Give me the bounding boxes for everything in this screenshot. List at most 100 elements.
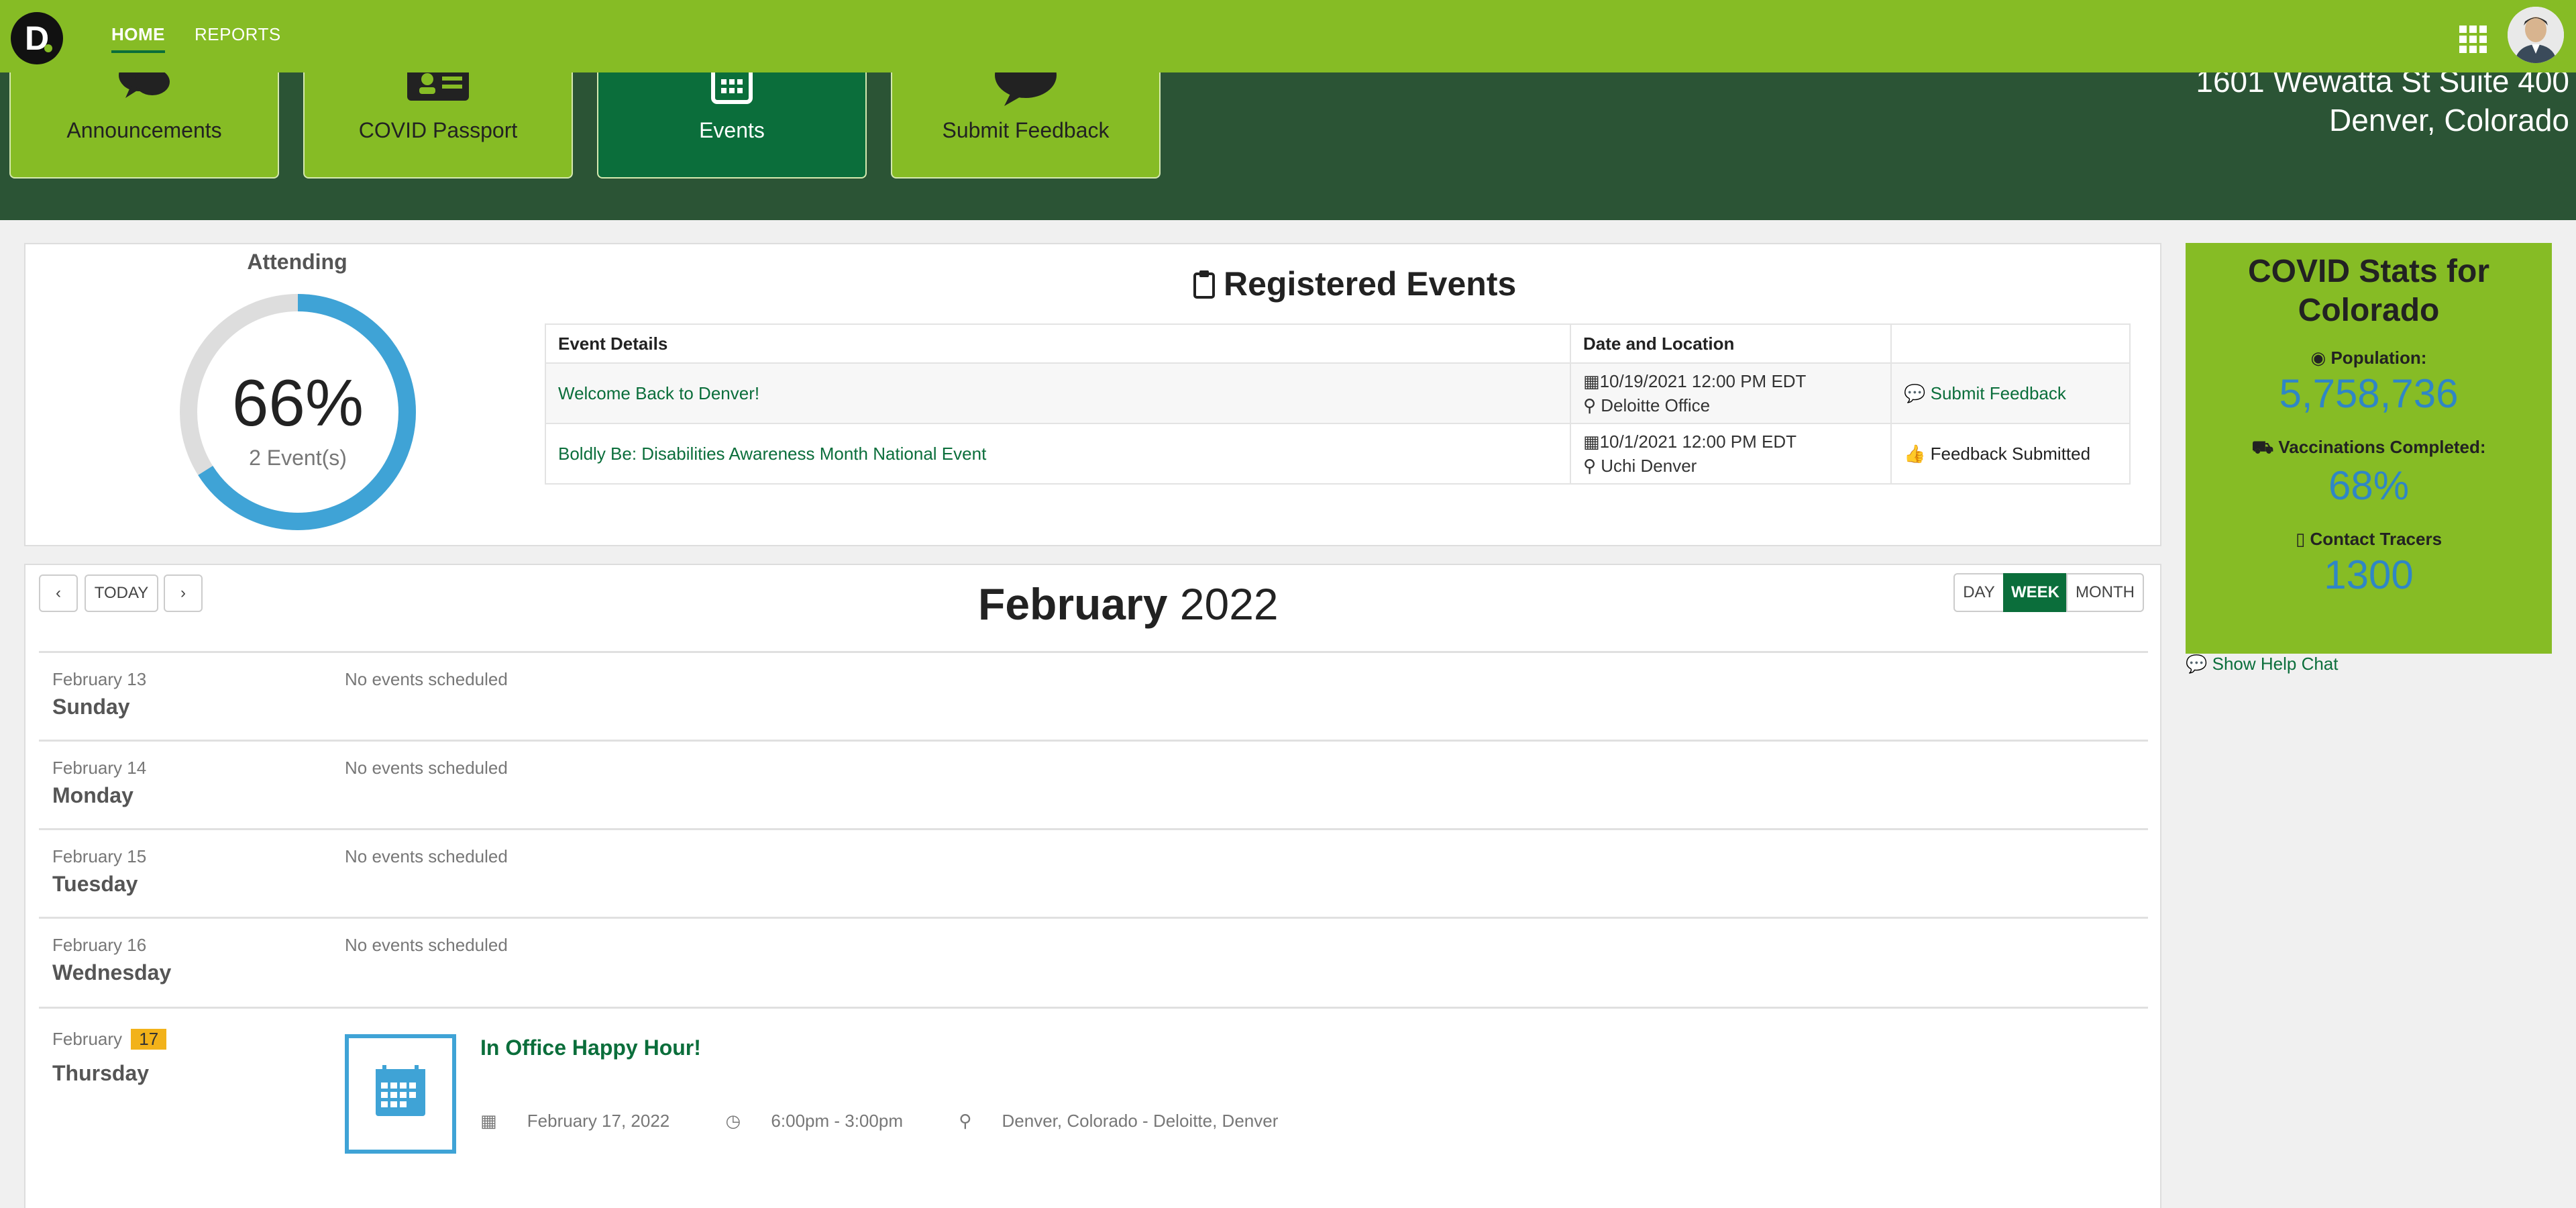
population-value: 5,758,736	[2279, 371, 2459, 416]
event-location: Denver, Colorado - Deloitte, Denver	[1002, 1111, 1279, 1131]
submit-feedback-link[interactable]: 💬 Submit Feedback	[1904, 383, 2066, 403]
tile-covid-passport[interactable]: COVID Passport	[303, 72, 573, 179]
day-date: February 16	[52, 935, 147, 955]
today-badge: 17	[131, 1029, 167, 1050]
attending-count: 2 Event(s)	[249, 446, 347, 470]
nav-reports[interactable]: REPORTS	[195, 24, 281, 50]
next-week-button[interactable]: ›	[164, 574, 203, 612]
event-location: Uchi Denver	[1601, 456, 1697, 476]
globe-icon: ◉	[2310, 348, 2331, 368]
calendar-icon	[698, 72, 765, 112]
event-date: 10/19/2021 12:00 PM EDT	[1599, 371, 1807, 391]
map-pin-icon: ⚲	[959, 1111, 977, 1131]
day-name: Sunday	[52, 695, 130, 719]
phone-icon: ▯	[2295, 529, 2310, 549]
calendar-day-row: February 16 Wednesday No events schedule…	[39, 917, 2148, 1009]
prev-week-button[interactable]: ‹	[39, 574, 78, 612]
event-calendar-icon[interactable]	[345, 1034, 456, 1154]
contact-tracers-label: ▯ Contact Tracers	[2295, 529, 2443, 549]
table-row: Welcome Back to Denver! ▦10/19/2021 12:0…	[545, 362, 2131, 424]
tile-label: Events	[699, 118, 765, 142]
map-pin-icon: ⚲	[1583, 456, 1601, 476]
tile-label: Submit Feedback	[942, 118, 1110, 142]
stats-title: COVID Stats for Colorado	[2247, 254, 2490, 328]
nav-home[interactable]: HOME	[111, 24, 165, 53]
deloitte-logo[interactable]: D	[11, 12, 63, 64]
no-events-text: No events scheduled	[345, 846, 508, 866]
day-date: February 14	[52, 758, 147, 778]
id-card-icon	[405, 72, 472, 112]
chat-bubbles-icon	[111, 72, 178, 112]
day-name: Monday	[52, 783, 133, 807]
tile-label: Announcements	[66, 118, 222, 142]
tile-label: COVID Passport	[358, 118, 518, 142]
tile-submit-feedback[interactable]: Submit Feedback	[891, 72, 1161, 179]
apps-grid-icon[interactable]	[2459, 26, 2487, 54]
event-location: Deloitte Office	[1601, 395, 1711, 415]
thumbs-up-icon: 👍	[1904, 443, 1931, 464]
speech-bubble-icon	[992, 72, 1059, 112]
col-event-details: Event Details	[545, 323, 1571, 364]
today-button[interactable]: TODAY	[85, 574, 158, 612]
clipboard-icon	[1193, 270, 1215, 299]
day-date: February 17	[52, 1029, 167, 1050]
user-avatar[interactable]	[2508, 7, 2564, 63]
table-row: Boldly Be: Disabilities Awareness Month …	[545, 423, 2131, 485]
population-label: ◉ Population:	[2310, 348, 2427, 368]
day-name: Thursday	[52, 1061, 150, 1085]
calendar-month-title: February 2022	[978, 579, 1279, 629]
registered-events-title: Registered Events	[1193, 264, 1516, 303]
top-nav: D HOME REPORTS	[0, 0, 2576, 72]
view-week-button[interactable]: WEEK	[2003, 573, 2068, 612]
address-line2: Denver, Colorado	[2329, 103, 2569, 138]
clock-icon: ◷	[725, 1111, 746, 1131]
calendar-day-row: February 13 Sunday No events scheduled	[39, 651, 2148, 742]
view-day-button[interactable]: DAY	[1953, 573, 2004, 612]
attending-label: Attending	[247, 250, 347, 274]
calendar-small-icon: ▦	[1583, 371, 1600, 391]
event-title[interactable]: In Office Happy Hour!	[480, 1036, 701, 1060]
vaccinations-value: 68%	[2328, 463, 2410, 508]
day-name: Tuesday	[52, 872, 138, 896]
event-link[interactable]: Welcome Back to Denver!	[558, 383, 759, 403]
calendar-day-row: February 15 Tuesday No events scheduled	[39, 828, 2148, 919]
event-link[interactable]: Boldly Be: Disabilities Awareness Month …	[558, 444, 986, 464]
event-date: February 17, 2022	[527, 1111, 670, 1131]
no-events-text: No events scheduled	[345, 935, 508, 955]
tile-events[interactable]: Events	[597, 72, 867, 179]
day-name: Wednesday	[52, 960, 172, 985]
col-date-location: Date and Location	[1570, 323, 1892, 364]
no-events-text: No events scheduled	[345, 758, 508, 778]
contact-tracers-value: 1300	[2324, 552, 2414, 597]
event-date: 10/1/2021 12:00 PM EDT	[1599, 432, 1796, 452]
hero-band: Announcements COVID Passport Events Subm…	[0, 64, 2576, 220]
covid-stats-panel: COVID Stats for Colorado ◉ Population: 5…	[2186, 243, 2552, 654]
registered-events-card: Attending 66% 2 Event(s) Registered Even…	[24, 243, 2161, 546]
view-month-button[interactable]: MONTH	[2066, 573, 2144, 612]
feedback-submitted-status: 👍 Feedback Submitted	[1904, 443, 2091, 464]
attending-percent: 66%	[231, 366, 364, 440]
office-address: 1601 Wewatta St Suite 400 Denver, Colora…	[2196, 62, 2569, 140]
chevron-left-icon: ‹	[56, 584, 61, 602]
calendar-small-icon: ▦	[1583, 432, 1600, 452]
day-date: February 13	[52, 669, 147, 689]
no-events-text: No events scheduled	[345, 669, 508, 689]
event-time: 6:00pm - 3:00pm	[771, 1111, 903, 1131]
comment-icon: 💬	[2186, 654, 2212, 674]
day-date: February 15	[52, 846, 147, 866]
event-meta: ▦ February 17, 2022 ◷ 6:00pm - 3:00pm ⚲ …	[480, 1111, 1329, 1131]
chevron-right-icon: ›	[180, 584, 186, 602]
table-header-row: Event Details Date and Location	[545, 323, 2131, 364]
col-action	[1890, 323, 2131, 364]
truck-icon: ⛟	[2251, 437, 2279, 457]
vaccinations-label: ⛟ Vaccinations Completed:	[2251, 437, 2486, 457]
map-pin-icon: ⚲	[1583, 395, 1601, 415]
registered-events-table: Event Details Date and Location Welcome …	[545, 323, 2131, 485]
calendar-day-row-today: February 17 Thursday In Office Happy Hou…	[39, 1007, 2148, 1197]
show-help-chat-link[interactable]: 💬 Show Help Chat	[2186, 654, 2339, 674]
calendar-day-row: February 14 Monday No events scheduled	[39, 740, 2148, 830]
calendar-card: ‹ TODAY › February 2022 DAY WEEK MONTH F…	[24, 564, 2161, 1208]
comment-icon: 💬	[1904, 383, 1931, 403]
tile-announcements[interactable]: Announcements	[9, 72, 279, 179]
calendar-small-icon: ▦	[480, 1111, 502, 1131]
